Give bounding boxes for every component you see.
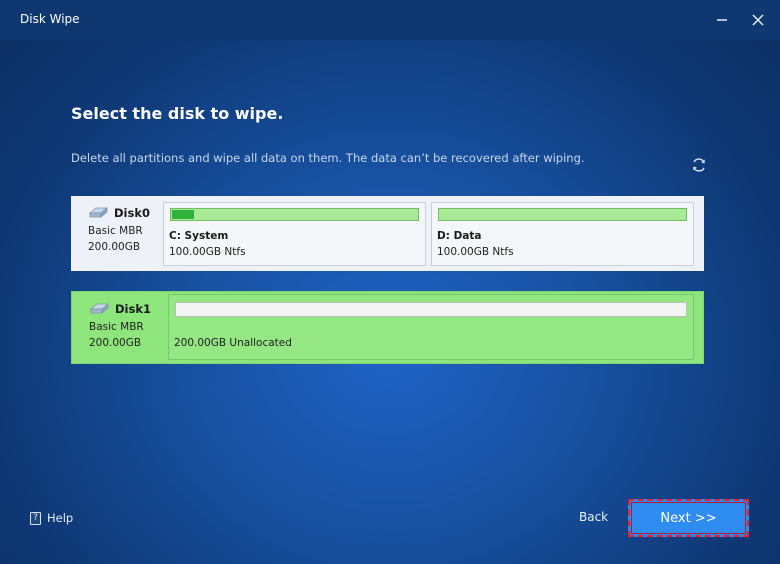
close-icon xyxy=(752,14,764,26)
window-title: Disk Wipe xyxy=(20,12,80,26)
disk-icon xyxy=(88,207,108,218)
next-button[interactable]: Next >> xyxy=(628,499,749,537)
partition-detail: 100.00GB Ntfs xyxy=(437,246,514,258)
partition-usage-bar xyxy=(170,208,419,221)
disk-info: Disk1 Basic MBR 200.00GB xyxy=(89,302,151,349)
partition-unallocated[interactable]: 200.00GB Unallocated xyxy=(168,294,694,360)
page-subtitle: Delete all partitions and wipe all data … xyxy=(71,151,585,165)
disk-type: Basic MBR xyxy=(88,225,143,237)
close-button[interactable] xyxy=(744,6,772,34)
minimize-icon xyxy=(717,19,727,21)
page-title: Select the disk to wipe. xyxy=(71,104,284,123)
partition-label: C: System xyxy=(169,230,229,242)
refresh-button[interactable] xyxy=(690,156,708,174)
disk-size: 200.00GB xyxy=(88,241,141,253)
partition-usage-bar xyxy=(438,208,687,221)
disk-name: Disk1 xyxy=(115,302,151,316)
help-label: Help xyxy=(47,511,74,525)
help-link[interactable]: ? Help xyxy=(30,511,73,525)
disk-row-disk1[interactable]: Disk1 Basic MBR 200.00GB 200.00GB Unallo… xyxy=(71,291,704,364)
partition-label: D: Data xyxy=(437,230,482,242)
refresh-icon xyxy=(693,158,705,172)
disk-type: Basic MBR xyxy=(89,321,144,333)
partition-detail: 100.00GB Ntfs xyxy=(169,246,246,258)
partition-usage-bar xyxy=(175,302,687,317)
partition-detail: 200.00GB Unallocated xyxy=(174,337,292,349)
partition-d-data[interactable]: D: Data 100.00GB Ntfs xyxy=(431,202,694,266)
disk-info: Disk0 Basic MBR 200.00GB xyxy=(88,206,150,253)
help-icon: ? xyxy=(30,511,41,525)
back-button[interactable]: Back xyxy=(579,510,608,524)
partition-c-system[interactable]: C: System 100.00GB Ntfs xyxy=(163,202,426,266)
disk-name: Disk0 xyxy=(114,206,150,220)
title-bar: Disk Wipe xyxy=(0,0,780,40)
disk-row-disk0[interactable]: Disk0 Basic MBR 200.00GB C: System 100.0… xyxy=(71,196,704,271)
disk-icon xyxy=(89,303,109,314)
partition-usage-fill xyxy=(172,210,195,219)
minimize-button[interactable] xyxy=(708,6,736,34)
disk-size: 200.00GB xyxy=(89,337,142,349)
